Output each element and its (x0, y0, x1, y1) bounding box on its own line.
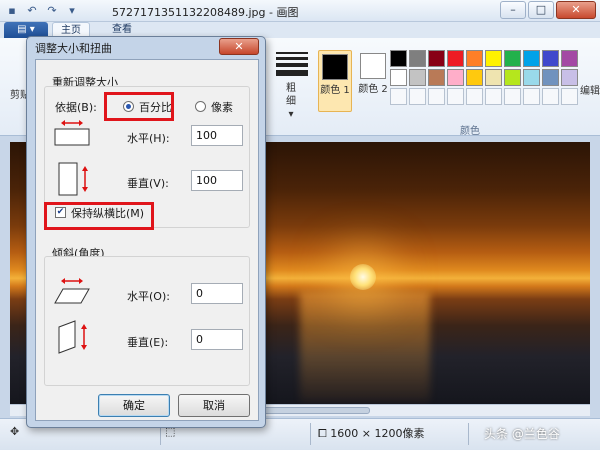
edit-colors-button[interactable]: 编辑 (580, 82, 600, 97)
cursor-position-icon: ✥ (10, 425, 20, 438)
resize-by-label: 依据(B): (55, 101, 97, 114)
palette-swatch[interactable] (447, 50, 464, 67)
resize-horizontal-input[interactable] (191, 125, 243, 146)
palette-swatch[interactable] (409, 50, 426, 67)
palette-swatch[interactable] (428, 50, 445, 67)
dialog-body: 重新调整大小 依据(B): 百分比 像素 水平(H): 垂直(V): ✔ 保持 (35, 59, 259, 421)
resize-vertical-input[interactable] (191, 170, 243, 191)
undo-icon[interactable]: ↶ (24, 3, 40, 19)
image-size-icon: ⧠ (318, 427, 331, 440)
image-size-readout: ⧠ 1600 × 1200像素 (318, 425, 425, 441)
thickness-button[interactable]: 粗细 ▾ (283, 82, 299, 121)
resize-horizontal-icon (54, 120, 90, 146)
color-1-swatch (322, 54, 348, 80)
watermark: 头条 @兰色谷 (484, 427, 560, 441)
save-icon[interactable]: ▪ (4, 3, 20, 19)
minimize-button[interactable]: – (500, 1, 526, 19)
palette-swatch[interactable] (523, 50, 540, 67)
palette-swatch[interactable] (447, 69, 464, 86)
color-2-button[interactable]: 颜色 2 (356, 50, 390, 112)
palette-swatch[interactable] (390, 69, 407, 86)
palette-swatch[interactable] (504, 50, 521, 67)
customize-dropdown-icon[interactable]: ▾ (64, 3, 80, 19)
palette-custom-slot[interactable] (504, 88, 521, 105)
close-button[interactable]: ✕ (556, 1, 596, 19)
palette-swatch[interactable] (561, 69, 578, 86)
sun (350, 264, 376, 290)
palette-custom-slot[interactable] (485, 88, 502, 105)
palette-swatch[interactable] (485, 50, 502, 67)
percent-highlight-box (104, 92, 174, 121)
redo-icon[interactable]: ↷ (44, 3, 60, 19)
palette-custom-slot[interactable] (561, 88, 578, 105)
cancel-button[interactable]: 取消 (178, 394, 250, 417)
palette-swatch[interactable] (390, 50, 407, 67)
palette-group-label: 颜色 (460, 126, 480, 137)
pixels-radio[interactable] (195, 101, 206, 112)
ok-button[interactable]: 确定 (98, 394, 170, 417)
palette-swatch[interactable] (504, 69, 521, 86)
palette-custom-slot[interactable] (523, 88, 540, 105)
status-divider (468, 423, 469, 445)
palette-swatch[interactable] (428, 69, 445, 86)
palette-swatch[interactable] (466, 69, 483, 86)
image-size-text: 1600 × 1200像素 (330, 427, 425, 440)
palette-custom-slot[interactable] (542, 88, 559, 105)
skew-vertical-input[interactable] (191, 329, 243, 350)
color-2-swatch (360, 53, 386, 79)
window-title: 5727171351132208489.jpg - 画图 (112, 6, 299, 19)
resize-vertical-label: 垂直(V): (127, 177, 169, 190)
resize-skew-dialog: 调整大小和扭曲 ✕ 重新调整大小 依据(B): 百分比 像素 水平(H): 10… (26, 36, 266, 428)
palette-swatch[interactable] (409, 69, 426, 86)
palette-custom-slot[interactable] (447, 88, 464, 105)
palette-custom-slot[interactable] (409, 88, 426, 105)
thickness-label: 粗细 (286, 83, 296, 107)
resize-horizontal-label: 水平(H): (127, 132, 170, 145)
palette-custom-slot[interactable] (428, 88, 445, 105)
color-2-label: 颜色 2 (358, 84, 388, 95)
dialog-title: 调整大小和扭曲 (35, 42, 112, 55)
palette-swatch[interactable] (561, 50, 578, 67)
color-palette (390, 50, 578, 105)
close-icon: ✕ (234, 40, 244, 53)
color-1-button[interactable]: 颜色 1 (318, 50, 352, 112)
window-controls: – □ ✕ (500, 1, 596, 19)
skew-vertical-icon (58, 320, 87, 354)
palette-custom-slot[interactable] (390, 88, 407, 105)
chevron-down-icon: ▾ (288, 109, 294, 120)
skew-horizontal-label: 水平(O): (127, 290, 170, 303)
palette-swatch[interactable] (485, 69, 502, 86)
pixels-label: 像素 (211, 101, 233, 114)
palette-custom-slot[interactable] (466, 88, 483, 105)
palette-swatch[interactable] (542, 69, 559, 86)
title-bar: ▪ ↶ ↷ ▾ 5727171351132208489.jpg - 画图 – □… (0, 0, 600, 22)
maximize-button[interactable]: □ (528, 1, 554, 19)
palette-swatch[interactable] (542, 50, 559, 67)
resize-vertical-icon (58, 162, 88, 196)
skew-horizontal-input[interactable] (191, 283, 243, 304)
dialog-close-button[interactable]: ✕ (219, 38, 259, 55)
skew-horizontal-icon (54, 278, 90, 304)
quick-access-toolbar: ▪ ↶ ↷ ▾ (4, 3, 80, 19)
sea-reflection (300, 292, 430, 402)
skew-vertical-label: 垂直(E): (127, 336, 169, 349)
palette-swatch[interactable] (523, 69, 540, 86)
status-divider (310, 423, 311, 445)
aspect-ratio-highlight-box (44, 202, 154, 230)
thickness-icon[interactable] (276, 52, 308, 79)
palette-swatch[interactable] (466, 50, 483, 67)
skew-group: 水平(O): 垂直(E): (44, 256, 250, 386)
color-1-label: 颜色 1 (320, 85, 350, 96)
